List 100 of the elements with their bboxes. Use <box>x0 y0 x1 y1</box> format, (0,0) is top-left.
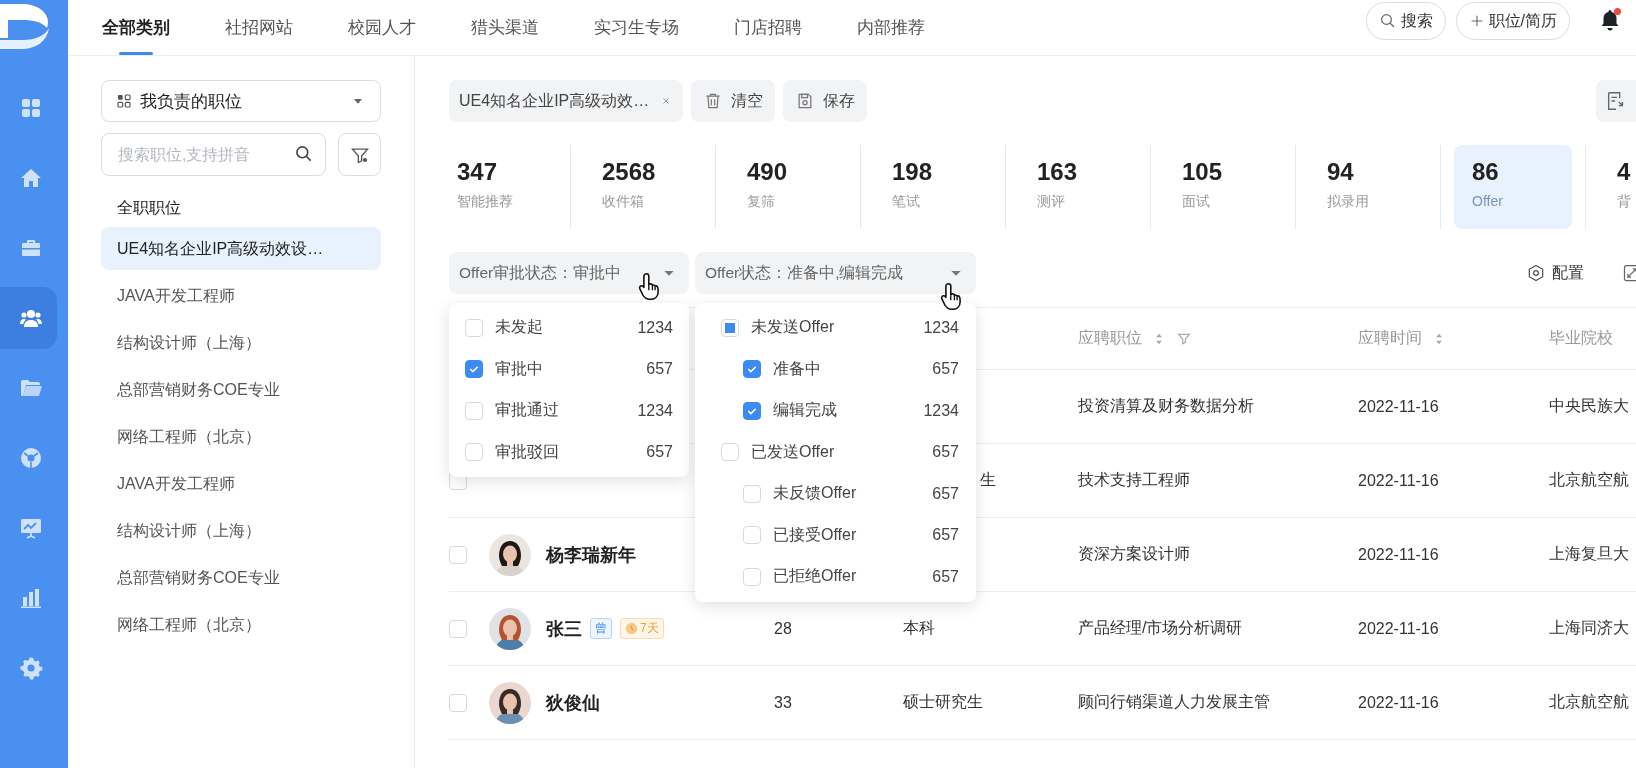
school-cell: 中央民族大 <box>1549 397 1629 414</box>
nav-tab[interactable]: 校园人才 <box>348 0 416 55</box>
clear-button[interactable]: 清空 <box>691 80 776 122</box>
filter-dropdown[interactable]: Offer审批状态：审批中 <box>449 252 689 294</box>
candidate-name[interactable]: 张三 <box>546 616 582 641</box>
job-item[interactable]: 网络工程师（北京） <box>101 603 381 646</box>
scope-select[interactable]: 我负责的职位 <box>101 80 381 122</box>
search-icon <box>294 144 314 164</box>
nav-tab[interactable]: 实习生专场 <box>594 0 679 55</box>
checkbox[interactable] <box>743 360 761 379</box>
stage-label: 测评 <box>1037 193 1065 211</box>
export-button[interactable] <box>1596 80 1636 122</box>
job-item[interactable]: 结构设计师（上海） <box>101 321 381 364</box>
stage-count: 94 <box>1327 157 1354 187</box>
stage-label: 笔试 <box>892 193 920 211</box>
status-tag: 曾 <box>590 618 612 639</box>
stage-tab[interactable]: 490 复筛 <box>729 145 847 229</box>
sidebar-nav-button[interactable] <box>0 287 57 349</box>
section-heading: 全职职位 <box>117 198 182 218</box>
stage-tab[interactable]: 163 测评 <box>1019 145 1137 229</box>
stage-label: 智能推荐 <box>457 193 513 211</box>
school-cell: 北京航空航 <box>1549 471 1629 488</box>
position-cell: 技术支持工程师 <box>1078 471 1190 488</box>
filter-tag[interactable]: UE4知名企业IP高级动效… <box>449 80 684 122</box>
stage-count: 198 <box>892 157 933 187</box>
checkbox[interactable] <box>743 401 761 420</box>
menu-option[interactable]: 未反馈Offer 657 <box>695 473 976 515</box>
stage-count: 347 <box>457 157 498 187</box>
grid-icon <box>116 93 132 109</box>
stage-tab[interactable]: 4 背 <box>1599 145 1636 229</box>
filter-button[interactable] <box>338 133 381 176</box>
stage-tab[interactable]: 2568 收件箱 <box>584 145 702 229</box>
position-cell: 投资清算及财务数据分析 <box>1078 397 1254 414</box>
education-cell: 本科 <box>903 619 935 636</box>
save-button[interactable]: 保存 <box>783 80 868 122</box>
menu-option[interactable]: 审批通过 1234 <box>449 390 689 432</box>
job-item[interactable]: 网络工程师（北京） <box>101 415 381 458</box>
stage-label: Offer <box>1472 193 1503 209</box>
stage-count: 4 <box>1617 157 1631 187</box>
menu-option[interactable]: 准备中 657 <box>695 348 976 390</box>
menu-option[interactable]: 审批中 657 <box>449 348 689 390</box>
globe-icon <box>18 446 43 470</box>
job-item[interactable]: 总部营销财务COE专业 <box>101 556 381 599</box>
job-item[interactable]: 结构设计师（上海） <box>101 509 381 552</box>
stage-label: 面试 <box>1182 193 1210 211</box>
education-cell: 生 <box>980 471 996 488</box>
date-cell: 2022-11-16 <box>1358 397 1439 415</box>
search-button[interactable]: 搜索 <box>1365 2 1446 40</box>
search-icon <box>1378 12 1397 30</box>
stage-count: 490 <box>747 157 788 187</box>
search-field[interactable]: 搜索职位,支持拼音 <box>101 133 326 176</box>
checkbox[interactable] <box>465 360 483 379</box>
stage-tab[interactable]: 347 智能推荐 <box>439 145 557 229</box>
nav-tab[interactable]: 社招网站 <box>225 0 293 55</box>
filter-dropdown[interactable]: Offer状态：准备中,编辑完成 <box>695 252 976 294</box>
candidate-name[interactable]: 杨李瑞新年 <box>546 542 636 567</box>
stage-tab[interactable]: 105 面试 <box>1164 145 1282 229</box>
date-cell: 2022-11-16 <box>1358 471 1439 489</box>
nav-tab[interactable]: 全部类别 <box>102 0 170 55</box>
stage-count: 2568 <box>602 157 656 187</box>
nav-tab[interactable]: 门店招聘 <box>734 0 802 55</box>
job-item[interactable]: JAVA开发工程师 <box>101 274 381 317</box>
menu-option[interactable]: 已发送Offer 657 <box>695 431 976 473</box>
nav-tab[interactable]: 内部推荐 <box>857 0 925 55</box>
stage-count: 105 <box>1182 157 1223 187</box>
stage-tab[interactable]: 198 笔试 <box>874 145 992 229</box>
position-cell: 产品经理/市场分析调研 <box>1078 619 1243 636</box>
menu-option[interactable]: 已拒绝Offer 657 <box>695 556 976 598</box>
expand-icon <box>1622 263 1636 283</box>
school-cell: 北京航空航 <box>1549 693 1629 710</box>
job-item[interactable]: JAVA开发工程师 <box>101 462 381 505</box>
menu-option[interactable]: 未发送Offer 1234 <box>695 307 976 349</box>
date-cell: 2022-11-16 <box>1358 545 1439 563</box>
stage-count: 163 <box>1037 157 1078 187</box>
stage-label: 背 <box>1617 193 1631 211</box>
nav-tab[interactable]: 猎头渠道 <box>471 0 539 55</box>
presentation-icon <box>18 516 43 540</box>
school-cell: 上海同济大 <box>1549 619 1629 636</box>
add-button[interactable]: 职位/简历 <box>1455 2 1570 40</box>
age-cell: 33 <box>774 693 792 711</box>
stage-tab[interactable]: 86 Offer <box>1454 145 1572 229</box>
job-item[interactable]: 总部营销财务COE专业 <box>101 368 381 411</box>
stage-label: 复筛 <box>747 193 775 211</box>
candidate-name[interactable]: 狄俊仙 <box>546 690 600 715</box>
job-item[interactable]: UE4知名企业IP高级动效设… <box>101 227 381 270</box>
stage-label: 拟录用 <box>1327 193 1369 211</box>
config-button[interactable]: 配置 <box>1526 262 1584 284</box>
education-cell: 硕士研究生 <box>903 693 983 710</box>
menu-option[interactable]: 未发起 1234 <box>449 307 689 349</box>
menu-option[interactable]: 已接受Offer 657 <box>695 514 976 556</box>
stage-count: 86 <box>1472 157 1499 187</box>
settings-icon <box>18 656 43 680</box>
age-cell: 28 <box>774 619 792 637</box>
stage-tab[interactable]: 94 拟录用 <box>1309 145 1427 229</box>
menu-option[interactable]: 编辑完成 1234 <box>695 390 976 432</box>
clock-icon <box>625 622 638 635</box>
close-icon <box>661 96 672 106</box>
menu-option[interactable]: 审批驳回 657 <box>449 431 689 473</box>
position-cell: 顾问行销渠道人力发展主管 <box>1078 693 1270 710</box>
date-cell: 2022-11-16 <box>1358 619 1439 637</box>
